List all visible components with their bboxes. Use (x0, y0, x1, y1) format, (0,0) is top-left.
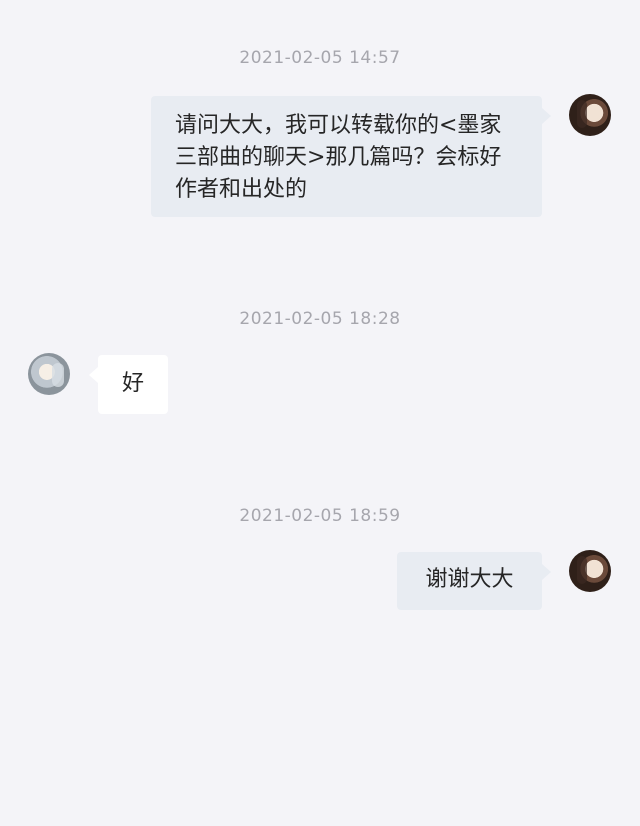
chat-conversation: 2021-02-05 14:57 请问大大，我可以转载你的<墨家三部曲的聊天>那… (0, 0, 640, 826)
message-bubble[interactable]: 谢谢大大 (397, 552, 542, 610)
message-timestamp: 2021-02-05 14:57 (239, 48, 401, 68)
bubble-tail (542, 108, 551, 124)
message-bubble[interactable]: 请问大大，我可以转载你的<墨家三部曲的聊天>那几篇吗？会标好作者和出处的 (151, 96, 542, 217)
message-text: 好 (121, 371, 144, 396)
message-text: 谢谢大大 (425, 567, 514, 592)
self-avatar-icon[interactable] (569, 94, 611, 136)
message-timestamp: 2021-02-05 18:59 (239, 506, 401, 526)
message-text: 请问大大，我可以转载你的<墨家三部曲的聊天>那几篇吗？会标好作者和出处的 (175, 113, 502, 202)
message-timestamp: 2021-02-05 18:28 (239, 309, 401, 329)
bubble-tail (89, 367, 98, 383)
self-avatar-icon[interactable] (569, 550, 611, 592)
contact-avatar-icon[interactable] (28, 353, 70, 395)
message-bubble[interactable]: 好 (98, 355, 168, 414)
bubble-tail (542, 564, 551, 580)
